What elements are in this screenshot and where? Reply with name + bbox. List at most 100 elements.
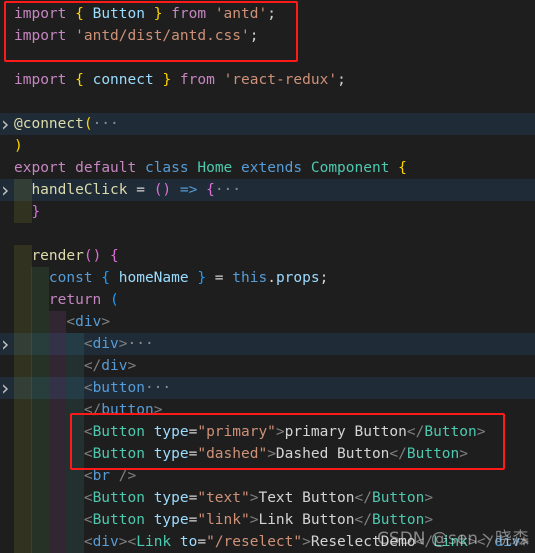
code-line[interactable]: render() { (0, 245, 535, 267)
code-line[interactable] (0, 91, 535, 113)
code-token: div (75, 314, 102, 330)
fold-chevron-icon[interactable]: › (0, 113, 11, 135)
indent-guide (66, 333, 84, 355)
code-line[interactable]: } (0, 201, 535, 223)
code-token: handleClick (31, 182, 128, 198)
indent-guide (31, 333, 49, 355)
code-token: > (118, 534, 128, 550)
code-line[interactable]: › <button··· (0, 377, 535, 399)
code-token: render (31, 248, 84, 264)
code-token: Home (197, 160, 233, 176)
code-token: import (14, 72, 67, 88)
fold-chevron-icon[interactable]: › (0, 377, 11, 399)
indent-guide (14, 509, 32, 531)
indent-guide (31, 267, 49, 289)
code-line[interactable]: <Button type="text">Text Button</Button> (0, 487, 535, 509)
indent-guide (31, 531, 49, 553)
code-token: > (101, 314, 111, 330)
indent-guide (31, 487, 49, 509)
code-line[interactable]: › <div>··· (0, 333, 535, 355)
fold-chevron-icon[interactable]: › (0, 333, 11, 355)
code-token: "text" (197, 490, 250, 506)
code-token: () (153, 182, 172, 198)
code-token: "/reselect" (206, 534, 303, 550)
code-token: button (92, 380, 145, 396)
code-line[interactable]: › handleClick = () => {··· (0, 179, 535, 201)
code-token: < (127, 534, 137, 550)
code-line[interactable]: › @connect(··· (0, 113, 535, 135)
code-token: </ (354, 490, 372, 506)
indent-guide (48, 465, 67, 487)
code-text: ) (14, 135, 23, 157)
code-editor[interactable]: import { Button } from 'antd'; import 'an… (0, 3, 535, 553)
indent-guide (14, 333, 32, 355)
code-line[interactable]: export default class Home extends Compon… (0, 157, 535, 179)
code-token: Component (310, 160, 390, 176)
code-token: export (14, 160, 67, 176)
code-token: to (179, 534, 198, 550)
code-text: <div> (66, 311, 110, 333)
indent-guide (14, 377, 32, 399)
fold-chevron-icon[interactable]: › (0, 179, 11, 201)
indent-guide (14, 355, 32, 377)
code-line[interactable]: ) (0, 135, 535, 157)
code-token: Button (92, 490, 145, 506)
code-token: Text Button (258, 490, 355, 506)
indent-guide (31, 289, 49, 311)
code-text: <div>··· (84, 333, 154, 355)
code-line[interactable]: </div> (0, 355, 535, 377)
indent-guide (48, 377, 67, 399)
indent-guide (48, 531, 67, 553)
code-token: Button (92, 512, 145, 528)
code-token: /> (110, 468, 137, 484)
watermark: CSDN @sen丶晓森 (377, 529, 529, 549)
code-token: ··· (144, 380, 172, 396)
code-token: ··· (127, 336, 154, 352)
code-token: } (31, 204, 41, 220)
indent-guide (14, 267, 32, 289)
indent-guide (14, 421, 32, 443)
indent-guide (14, 179, 32, 201)
code-line[interactable]: return ( (0, 289, 535, 311)
code-token: < (83, 512, 93, 528)
highlight-box-imports (4, 1, 298, 62)
indent-guide (31, 509, 49, 531)
indent-guide (14, 311, 32, 333)
indent-guide (14, 465, 32, 487)
indent-guide (66, 531, 84, 553)
code-text: import { connect } from 'react-redux'; (14, 69, 346, 91)
code-line[interactable]: <div> (0, 311, 535, 333)
code-token: default (75, 160, 137, 176)
indent-guide (66, 377, 84, 399)
code-line[interactable] (0, 223, 535, 245)
code-token: return (48, 292, 102, 308)
code-token: < (83, 490, 93, 506)
code-token: ( (83, 116, 93, 132)
code-token: > (127, 358, 137, 374)
indent-guide (14, 201, 32, 223)
code-token: () (83, 248, 102, 264)
code-text: </div> (84, 355, 136, 377)
code-line[interactable]: const { homeName } = this.props; (0, 267, 535, 289)
code-token: } (162, 72, 172, 88)
code-token: { (101, 270, 111, 286)
code-token: { (75, 72, 84, 88)
code-token: ··· (92, 116, 119, 132)
indent-guide (31, 465, 49, 487)
code-line[interactable]: import { connect } from 'react-redux'; (0, 69, 535, 91)
code-token: @connect (14, 116, 84, 132)
code-text: const { homeName } = this.props; (49, 267, 328, 289)
code-token: > (302, 534, 311, 550)
code-token: div (92, 534, 119, 550)
highlight-box-buttons (70, 413, 505, 470)
indent-guide (31, 443, 49, 465)
code-text: <button··· (84, 377, 171, 399)
